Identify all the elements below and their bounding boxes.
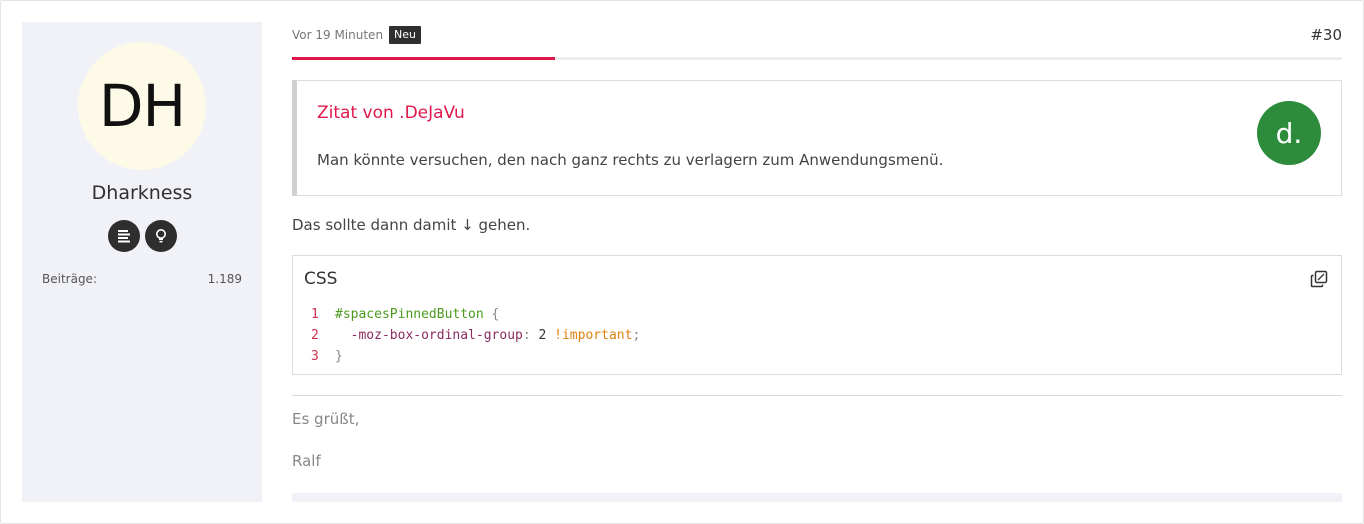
- code-brace-open: {: [483, 307, 500, 322]
- code-line: 3 }: [311, 346, 640, 367]
- line-number: 3: [311, 349, 319, 364]
- post-count-value: 1.189: [207, 272, 242, 286]
- code-line: 1 #spacesPinnedButton {: [311, 304, 640, 325]
- lines-icon[interactable]: [107, 220, 140, 252]
- line-number: 1: [311, 307, 319, 322]
- read-progress-fill: [292, 57, 555, 60]
- code-important: !important: [554, 328, 633, 343]
- author-avatar[interactable]: DH: [78, 42, 206, 170]
- new-badge: Neu: [389, 26, 422, 44]
- signature-greeting: Es grüßt,: [292, 410, 360, 428]
- code-lines: 1 #spacesPinnedButton { 2 -moz-box-ordin…: [311, 304, 640, 367]
- signature-divider: [292, 395, 1342, 396]
- author-badges: [22, 220, 262, 252]
- post-footer-bar: [292, 493, 1342, 502]
- copy-icon[interactable]: [1309, 269, 1329, 289]
- quote-title[interactable]: Zitat von .DeJaVu: [317, 103, 465, 123]
- code-value: 2: [538, 328, 547, 343]
- post-time[interactable]: Vor 19 Minuten: [292, 28, 383, 42]
- code-brace-close: }: [335, 349, 343, 364]
- author-sidebar: DH Dharkness Beiträge: 1.189: [22, 22, 262, 502]
- code-block: CSS 1 #spacesPinnedButton { 2 -moz-box-o…: [292, 255, 1342, 375]
- quote-author-avatar[interactable]: d.: [1257, 101, 1321, 165]
- post-paragraph: Das sollte dann damit ↓ gehen.: [292, 216, 531, 234]
- code-line: 2 -moz-box-ordinal-group : 2 !important …: [311, 325, 640, 346]
- code-semicolon: ;: [632, 328, 641, 343]
- author-initials: DH: [98, 72, 186, 140]
- code-colon: :: [522, 328, 539, 343]
- author-post-count: Beiträge: 1.189: [42, 272, 242, 286]
- post-meta: Vor 19 Minuten Neu: [292, 26, 422, 44]
- quote-avatar-letter: d.: [1275, 116, 1303, 150]
- post-content: Vor 19 Minuten Neu #30 Zitat von .DeJaVu…: [292, 22, 1342, 502]
- lightbulb-icon[interactable]: [144, 220, 177, 252]
- code-selector: #spacesPinnedButton: [335, 307, 484, 322]
- post-number[interactable]: #30: [1310, 26, 1342, 44]
- code-language: CSS: [304, 269, 338, 289]
- signature-name: Ralf: [292, 452, 321, 470]
- quote-text: Man könnte versuchen, den nach ganz rech…: [317, 151, 944, 169]
- code-property: -moz-box-ordinal-group: [350, 328, 523, 343]
- read-progress-track: [292, 57, 1342, 60]
- line-number: 2: [311, 328, 319, 343]
- quote-block: Zitat von .DeJaVu Man könnte versuchen, …: [292, 80, 1342, 196]
- post-count-label: Beiträge:: [42, 272, 97, 286]
- author-name[interactable]: Dharkness: [22, 182, 262, 204]
